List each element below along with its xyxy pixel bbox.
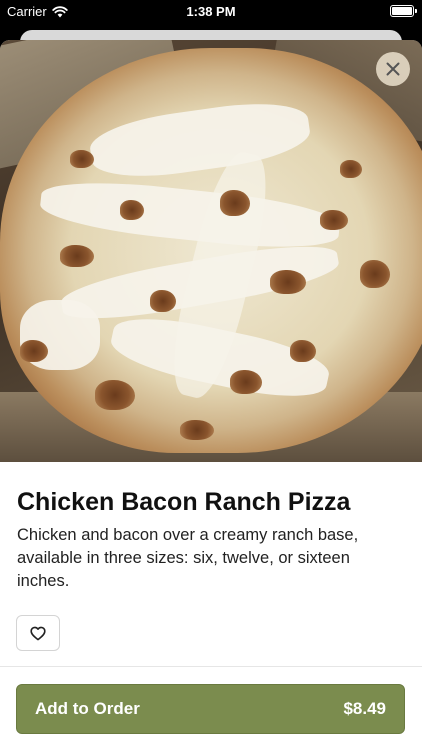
clock: 1:38 PM <box>186 4 236 19</box>
divider <box>0 666 422 667</box>
item-title: Chicken Bacon Ranch Pizza <box>17 488 351 516</box>
item-description: Chicken and bacon over a creamy ranch ba… <box>17 526 359 590</box>
add-to-order-button[interactable]: Add to Order $8.49 <box>16 684 405 734</box>
item-photo <box>0 40 422 462</box>
favorite-button[interactable] <box>16 615 60 651</box>
heart-outline-icon <box>30 626 46 640</box>
close-icon <box>386 62 400 76</box>
add-to-order-label: Add to Order <box>35 699 140 718</box>
price-label: $8.49 <box>343 699 386 718</box>
item-detail-sheet: Chicken Bacon Ranch Pizza Chicken and ba… <box>0 40 422 750</box>
status-bar: Carrier 1:38 PM <box>0 0 422 24</box>
close-button[interactable] <box>376 52 410 86</box>
battery-icon <box>390 5 417 17</box>
